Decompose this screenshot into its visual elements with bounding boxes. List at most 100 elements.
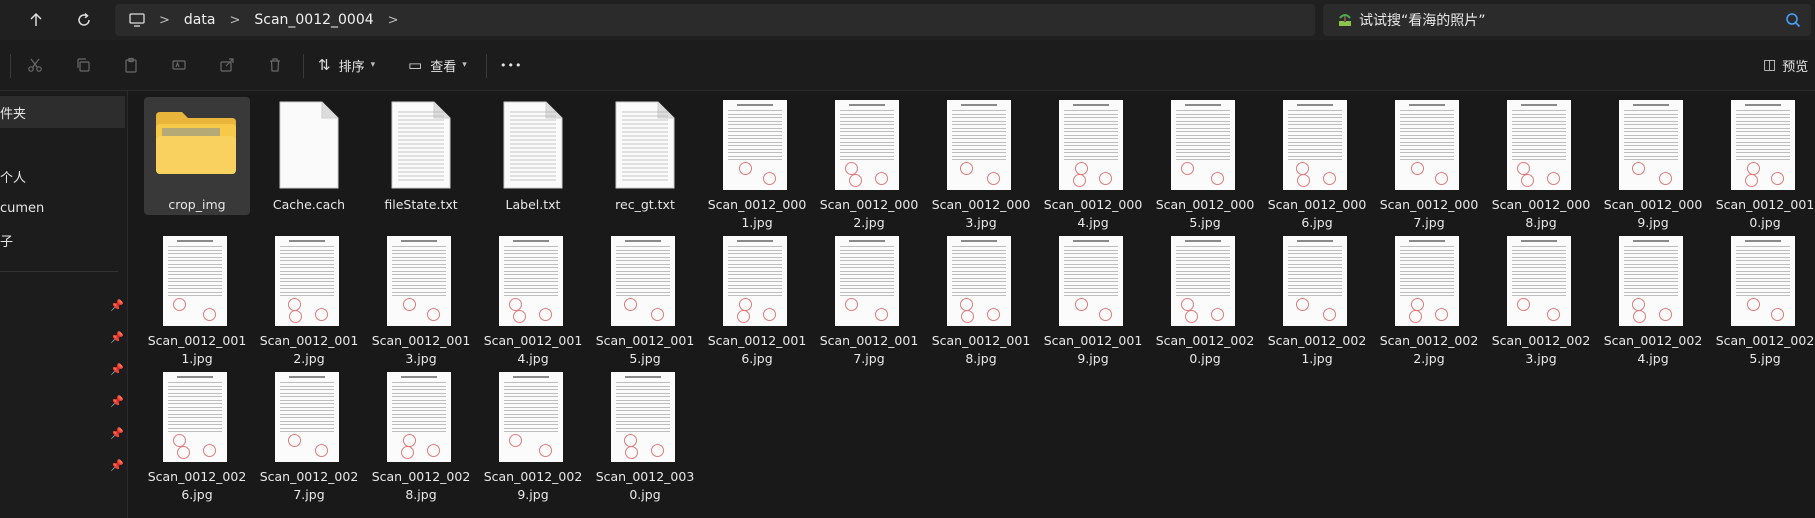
copy-icon[interactable] [70, 52, 96, 78]
search-box[interactable]: 试试搜“看海的照片” [1323, 4, 1811, 36]
refresh-button[interactable] [66, 6, 102, 34]
file-item[interactable]: Scan_0012_0011.jpg [144, 233, 250, 366]
sidebar-divider [0, 271, 118, 272]
file-item[interactable]: Scan_0012_0017.jpg [816, 233, 922, 366]
file-item[interactable]: Scan_0012_0023.jpg [1488, 233, 1594, 366]
file-item[interactable]: Scan_0012_0029.jpg [480, 369, 586, 502]
file-name: Scan_0012_0030.jpg [595, 469, 695, 502]
search-icon[interactable] [1785, 12, 1801, 28]
file-item[interactable]: Scan_0012_0028.jpg [368, 369, 474, 502]
image-thumbnail [499, 236, 563, 326]
breadcrumb-expand-chevron-icon[interactable]: > [388, 13, 399, 28]
file-item[interactable]: Scan_0012_0010.jpg [1712, 97, 1815, 230]
paste-icon[interactable] [118, 52, 144, 78]
image-thumbnail [611, 236, 675, 326]
file-item[interactable]: Scan_0012_0005.jpg [1152, 97, 1258, 230]
breadcrumb-item-data[interactable]: data [184, 12, 216, 28]
file-name: Scan_0012_0020.jpg [1155, 333, 1255, 366]
image-thumbnail [1619, 100, 1683, 190]
file-name: Scan_0012_0014.jpg [483, 333, 583, 366]
file-item[interactable]: Scan_0012_0014.jpg [480, 233, 586, 366]
file-name: crop_img [168, 197, 226, 212]
image-thumbnail [275, 236, 339, 326]
file-item[interactable]: Scan_0012_0027.jpg [256, 369, 362, 502]
pin-icon[interactable]: 📌 [110, 362, 124, 376]
pin-icon[interactable]: 📌 [110, 330, 124, 344]
file-item[interactable]: Scan_0012_0004.jpg [1040, 97, 1146, 230]
image-thumbnail [947, 236, 1011, 326]
image-thumbnail [1171, 100, 1235, 190]
pin-icon[interactable]: 📌 [110, 426, 124, 440]
file-item[interactable]: Scan_0012_0006.jpg [1264, 97, 1370, 230]
image-thumbnail [1395, 236, 1459, 326]
file-name: Scan_0012_0022.jpg [1379, 333, 1479, 366]
pin-icon[interactable]: 📌 [110, 298, 124, 312]
sidebar-item-personal[interactable]: 个人 [0, 160, 26, 192]
image-thumbnail [947, 100, 1011, 190]
breadcrumb-item-current[interactable]: Scan_0012_0004 [254, 12, 373, 28]
file-item[interactable]: Scan_0012_0007.jpg [1376, 97, 1482, 230]
file-item[interactable]: fileState.txt [368, 97, 474, 215]
file-item[interactable]: Scan_0012_0020.jpg [1152, 233, 1258, 366]
file-item[interactable]: Scan_0012_0025.jpg [1712, 233, 1815, 366]
share-icon[interactable] [214, 52, 240, 78]
file-item[interactable]: Scan_0012_0015.jpg [592, 233, 698, 366]
arrow-up-icon [30, 12, 42, 26]
file-item[interactable]: Cache.cach [256, 97, 362, 215]
pin-icon[interactable]: 📌 [110, 394, 124, 408]
search-suggestion-icon [1337, 12, 1353, 28]
file-name: Scan_0012_0019.jpg [1043, 333, 1143, 366]
file-item[interactable]: Scan_0012_0019.jpg [1040, 233, 1146, 366]
file-item[interactable]: Scan_0012_0012.jpg [256, 233, 362, 366]
file-item[interactable]: Scan_0012_0026.jpg [144, 369, 250, 502]
search-input[interactable]: 试试搜“看海的照片” [1359, 10, 1486, 30]
file-item[interactable]: Scan_0012_0030.jpg [592, 369, 698, 502]
file-item[interactable]: Scan_0012_0024.jpg [1600, 233, 1706, 366]
file-item[interactable]: Scan_0012_0001.jpg [704, 97, 810, 230]
up-button[interactable] [18, 6, 54, 34]
toolbar-divider [10, 54, 11, 78]
file-name: Scan_0012_0007.jpg [1379, 197, 1479, 230]
file-name: fileState.txt [384, 197, 458, 212]
image-thumbnail [387, 236, 451, 326]
file-name: Scan_0012_0008.jpg [1491, 197, 1591, 230]
sort-button[interactable]: ⇅ 排序 ▾ [318, 52, 375, 78]
file-name: rec_gt.txt [615, 197, 675, 212]
file-item[interactable]: Scan_0012_0016.jpg [704, 233, 810, 366]
sidebar-item-folder[interactable]: 件夹 [0, 96, 125, 128]
image-thumbnail [835, 100, 899, 190]
file-item[interactable]: Scan_0012_0008.jpg [1488, 97, 1594, 230]
sidebar-item-label: 件夹 [0, 106, 27, 122]
file-item[interactable]: Scan_0012_0018.jpg [928, 233, 1034, 366]
pin-icon[interactable]: 📌 [110, 458, 124, 472]
image-thumbnail [275, 372, 339, 462]
file-item[interactable]: Scan_0012_0021.jpg [1264, 233, 1370, 366]
image-thumbnail [1507, 100, 1571, 190]
view-button[interactable]: ▭ 查看 ▾ [408, 52, 467, 78]
rename-icon[interactable] [166, 52, 192, 78]
sidebar-item-documents[interactable]: cumen [0, 192, 44, 224]
file-item[interactable]: Scan_0012_0022.jpg [1376, 233, 1482, 366]
sidebar-item-label: cumen [0, 200, 45, 216]
preview-pane-button[interactable]: ◫ 预览 [1763, 52, 1808, 78]
sort-label: 排序 [338, 59, 365, 75]
folder-item[interactable]: crop_img [144, 97, 250, 215]
file-name: Scan_0012_0015.jpg [595, 333, 695, 366]
file-item[interactable]: Scan_0012_0003.jpg [928, 97, 1034, 230]
image-thumbnail [1395, 100, 1459, 190]
file-name: Scan_0012_0023.jpg [1491, 333, 1591, 366]
file-item[interactable]: Scan_0012_0002.jpg [816, 97, 922, 230]
image-thumbnail [163, 372, 227, 462]
sidebar-item-label: 个人 [0, 170, 27, 186]
breadcrumb-chevron-icon: > [159, 12, 170, 28]
file-item[interactable]: Scan_0012_0013.jpg [368, 233, 474, 366]
file-item[interactable]: rec_gt.txt [592, 97, 698, 215]
more-options-button[interactable]: ••• [500, 52, 522, 78]
cut-icon[interactable] [22, 52, 48, 78]
file-item[interactable]: Scan_0012_0009.jpg [1600, 97, 1706, 230]
delete-icon[interactable] [262, 52, 288, 78]
sidebar-item-other[interactable]: 子 [0, 224, 13, 256]
computer-icon [129, 13, 145, 27]
address-bar[interactable]: > data > Scan_0012_0004 > [115, 4, 1315, 36]
file-item[interactable]: Label.txt [480, 97, 586, 215]
